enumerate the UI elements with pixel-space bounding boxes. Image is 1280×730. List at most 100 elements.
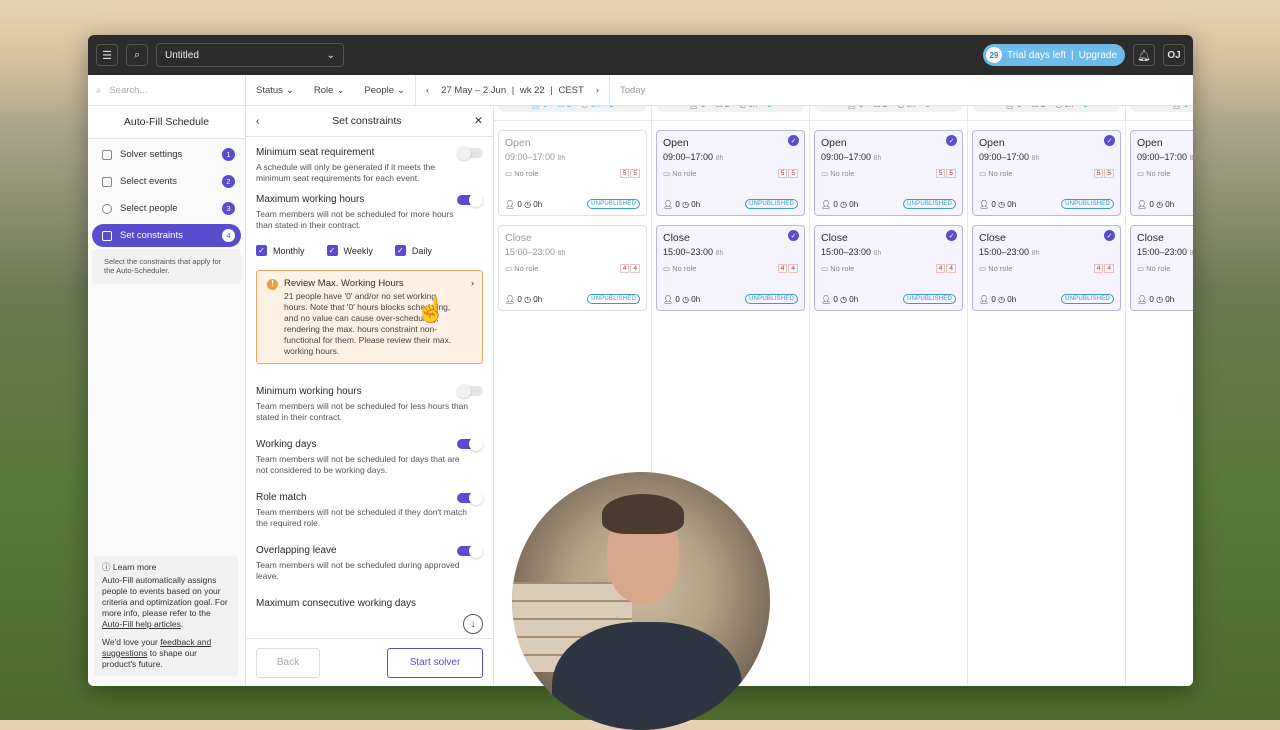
seats-open: 5 bbox=[630, 169, 640, 178]
shift-role: ▭ No role 44 bbox=[821, 264, 956, 273]
seat-counts: 55 bbox=[619, 169, 640, 178]
seats-open: 4 bbox=[946, 264, 956, 273]
shift-card[interactable]: ✓ Close 15:00–23:00 8h ▭ No role 44 👤︎ 0… bbox=[656, 225, 805, 311]
avatar[interactable]: OJ bbox=[1163, 44, 1185, 66]
step-solver-settings[interactable]: Solver settings 1 bbox=[92, 143, 241, 166]
assigned-hours: 0h bbox=[533, 294, 543, 304]
close-icon[interactable]: ✕ bbox=[474, 115, 483, 127]
help-articles-link[interactable]: Auto-Fill help articles bbox=[102, 619, 181, 629]
toggle[interactable] bbox=[457, 543, 483, 558]
toggle[interactable] bbox=[457, 145, 483, 160]
upgrade-link[interactable]: Upgrade bbox=[1079, 50, 1117, 61]
constraint-title: Minimum working hours bbox=[256, 385, 362, 397]
toggle[interactable] bbox=[457, 490, 483, 505]
shift-card[interactable]: ✓ Open 09:00–17:00 8h ▭ No role 55 👤︎ 0 … bbox=[972, 130, 1121, 216]
constraint-title: Role match bbox=[256, 492, 307, 503]
shift-time: 09:00–17:00 bbox=[505, 152, 556, 162]
day-header: Monday, 27 May 👤︎ 0 ❐ 2 ◷ 0h bbox=[494, 106, 651, 121]
toggle[interactable] bbox=[457, 384, 483, 399]
step-number: 1 bbox=[222, 148, 235, 161]
status-dot bbox=[925, 106, 931, 107]
schedule-title-select[interactable]: Untitled ⌄ bbox=[156, 43, 344, 67]
scroll-down-button[interactable]: ↓ bbox=[463, 614, 483, 634]
seats-open: 4 bbox=[630, 264, 640, 273]
hours-count-value: 0h bbox=[591, 106, 600, 109]
back-button[interactable]: Back bbox=[256, 647, 320, 678]
back-chevron-icon[interactable]: ‹ bbox=[256, 115, 260, 127]
shift-card[interactable]: ✓ Open 09:00–17:00 8h ▭ No role 55 👤︎ 0 … bbox=[814, 130, 963, 216]
check-icon: ✓ bbox=[1104, 230, 1115, 241]
shift-card[interactable]: ✓ Open 09:00–17:00 8h ▭ No role 55 👤︎ 0 … bbox=[656, 130, 805, 216]
daily-checkbox[interactable]: ✓ Daily bbox=[394, 245, 432, 257]
bell-icon[interactable]: 🔔︎ bbox=[1133, 44, 1155, 66]
max-hours-warning[interactable]: ! Review Max. Working Hours › 21 people ha… bbox=[256, 270, 483, 364]
role-label: No role bbox=[672, 264, 697, 273]
step-select-events[interactable]: Select events 2 bbox=[92, 170, 241, 193]
search-input[interactable]: ⌕ Search... bbox=[88, 74, 246, 106]
role-icon: ▭ bbox=[505, 169, 513, 178]
assigned-hours: 0h bbox=[1007, 294, 1017, 304]
checkbox-label: Daily bbox=[411, 245, 432, 256]
shift-assignment: 👤︎ 0 ◷ 0h bbox=[979, 199, 1017, 209]
start-solver-button[interactable]: Start solver bbox=[387, 647, 483, 678]
assigned-people: 0 bbox=[517, 294, 522, 304]
step-label: Select events bbox=[120, 176, 178, 187]
warning-title: Review Max. Working Hours bbox=[284, 278, 404, 290]
constraint-max-hours: Maximum working hours Team members will … bbox=[256, 192, 483, 364]
date-range[interactable]: 27 May – 2 Jun | wk 22 | CEST bbox=[439, 75, 586, 106]
hours-count: ◷ 0h bbox=[739, 106, 757, 109]
step-select-people[interactable]: Select people 3 bbox=[92, 197, 241, 220]
checkbox-label: Monthly bbox=[273, 245, 305, 256]
day-stats: 👤︎ 0 ❐ 2 ◷ 0h bbox=[498, 106, 647, 112]
people-icon bbox=[102, 203, 112, 214]
presenter-video bbox=[512, 472, 770, 730]
toggle[interactable] bbox=[457, 437, 483, 452]
shift-duration: 8h bbox=[1189, 155, 1193, 162]
assigned-people: 0 bbox=[991, 294, 996, 304]
assigned-hours: 0h bbox=[533, 199, 543, 209]
shift-title: Open bbox=[1137, 137, 1163, 149]
shift-time: 15:00–23:00 bbox=[663, 247, 714, 257]
next-week-button[interactable]: › bbox=[586, 74, 610, 106]
shift-card[interactable]: Close 15:00–23:00 8h ▭ No role 44 👤︎ 0 ◷… bbox=[498, 225, 647, 311]
shift-card[interactable]: Open 09:00–17:00 8h ▭ No role 55 👤︎ 0 ◷ … bbox=[498, 130, 647, 216]
week-label: wk 22 bbox=[519, 84, 545, 96]
shift-title: Close bbox=[505, 232, 532, 244]
shift-time: 15:00–23:00 bbox=[821, 247, 872, 257]
events-count: ❐ 2 bbox=[873, 106, 887, 109]
shift-role: ▭ No role 55 bbox=[505, 169, 640, 178]
role-label: No role bbox=[830, 169, 855, 178]
people-filter[interactable]: People ⌄ bbox=[354, 74, 416, 106]
role-icon: ▭ bbox=[821, 264, 829, 273]
step-set-constraints[interactable]: Set constraints 4 bbox=[92, 224, 241, 247]
shift-card[interactable]: ✓ Close 15:00–23:00 8h ▭ No role 44 👤︎ 0… bbox=[814, 225, 963, 311]
weekly-checkbox[interactable]: ✓ Weekly bbox=[326, 245, 373, 257]
prev-week-button[interactable]: ‹ bbox=[416, 75, 439, 106]
constraint-desc: Team members will not be scheduled durin… bbox=[256, 560, 460, 582]
check-icon: ✓ bbox=[1104, 135, 1115, 146]
check-icon: ✓ bbox=[256, 245, 267, 257]
seat-counts: 55 bbox=[777, 169, 798, 178]
shift-card[interactable]: ✓ Close 15:00–23:00 8h ▭ No role 44 👤︎ 0… bbox=[972, 225, 1121, 311]
unpublished-badge: UNPUBLISHED bbox=[903, 199, 956, 209]
menu-icon[interactable]: ☰ bbox=[96, 44, 118, 66]
chevron-down-icon: ⌄ bbox=[336, 84, 345, 96]
monthly-checkbox[interactable]: ✓ Monthly bbox=[256, 245, 305, 257]
shift-role: ▭ No role 55 bbox=[821, 169, 956, 178]
today-button[interactable]: Today bbox=[610, 75, 655, 106]
people-count-value: 0 bbox=[543, 106, 547, 109]
seats-open: 4 bbox=[788, 264, 798, 273]
status-filter[interactable]: Status ⌄ bbox=[246, 75, 304, 106]
shift-assignment: 👤︎ 0 ◷ 0h bbox=[505, 199, 543, 209]
shift-card[interactable]: ✓ Open 09:00–17:00 8h ▭ No role 55 👤︎ 0 … bbox=[1130, 130, 1193, 216]
toggle[interactable] bbox=[457, 192, 483, 207]
shift-card[interactable]: ✓ Close 15:00–23:00 8h ▭ No role 44 👤︎ 0… bbox=[1130, 225, 1193, 311]
role-label: No role bbox=[514, 169, 539, 178]
assigned-people: 0 bbox=[675, 294, 680, 304]
trial-badge[interactable]: 29 Trial days left | Upgrade bbox=[982, 44, 1125, 66]
role-filter[interactable]: Role ⌄ bbox=[304, 75, 355, 106]
events-count-value: 2 bbox=[567, 106, 571, 109]
constraint-title: Working days bbox=[256, 438, 317, 450]
role-label: No role bbox=[1146, 264, 1171, 273]
search-icon[interactable]: ⌕ bbox=[126, 44, 148, 66]
